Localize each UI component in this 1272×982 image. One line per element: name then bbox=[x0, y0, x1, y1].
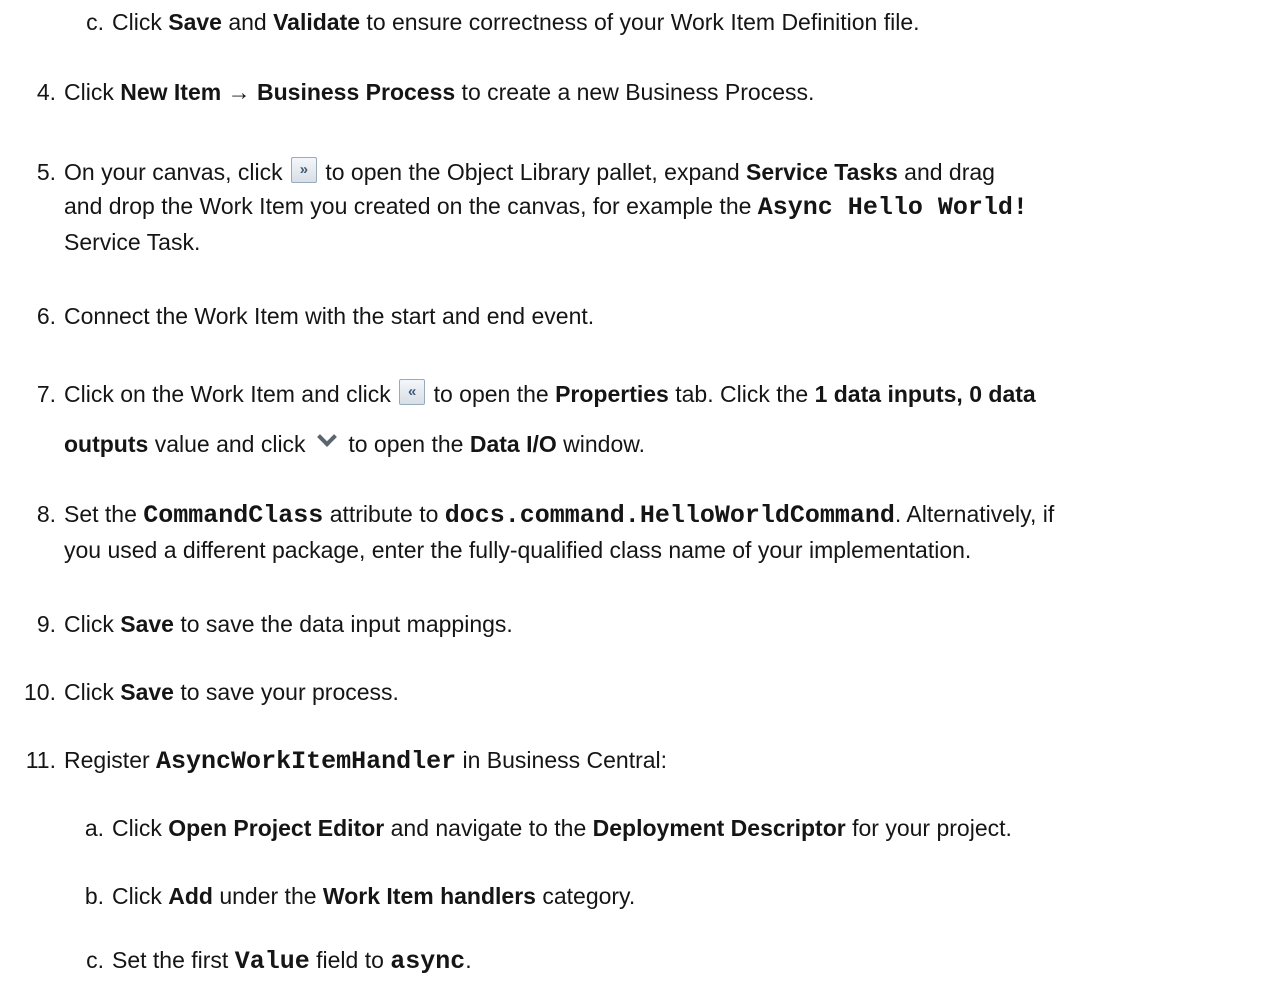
step-text: Click New Item → Business Process to cre… bbox=[64, 79, 815, 105]
list-marker: 11. bbox=[25, 747, 56, 773]
list-marker: 9. bbox=[36, 611, 56, 637]
step-text: Click Save and Validate to ensure correc… bbox=[112, 9, 920, 35]
step-text: Register AsyncWorkItemHandler in Busines… bbox=[64, 747, 668, 776]
list-marker: 5. bbox=[36, 159, 56, 185]
list-marker: 6. bbox=[36, 303, 56, 329]
step-text: Set the CommandClass attribute to docs.c… bbox=[64, 501, 1055, 563]
step-text: Click Add under the Work Item handlers c… bbox=[112, 883, 636, 909]
list-marker: b. bbox=[84, 883, 104, 909]
expand-palette-icon: » bbox=[290, 157, 317, 183]
list-marker: 8. bbox=[36, 501, 56, 527]
list-marker: c. bbox=[86, 947, 104, 973]
list-marker: 4. bbox=[36, 79, 56, 105]
step-text: Click Save to save the data input mappin… bbox=[64, 611, 513, 637]
chevron-down-icon bbox=[314, 428, 340, 448]
collapse-properties-icon: « bbox=[399, 379, 426, 405]
step-text: Set the first Value field to async. bbox=[112, 947, 472, 976]
step-text: Connect the Work Item with the start and… bbox=[64, 303, 595, 329]
step-text: Click Open Project Editor and navigate t… bbox=[112, 815, 1012, 841]
list-marker: c. bbox=[86, 9, 104, 35]
list-marker: a. bbox=[84, 815, 104, 841]
step-text: Click on the Work Item and click « to op… bbox=[64, 379, 1036, 457]
list-marker: 7. bbox=[36, 381, 56, 407]
step-text: Click Save to save your process. bbox=[64, 679, 399, 705]
list-marker: 10. bbox=[24, 679, 56, 705]
step-text: On your canvas, click » to open the Obje… bbox=[64, 157, 1028, 255]
